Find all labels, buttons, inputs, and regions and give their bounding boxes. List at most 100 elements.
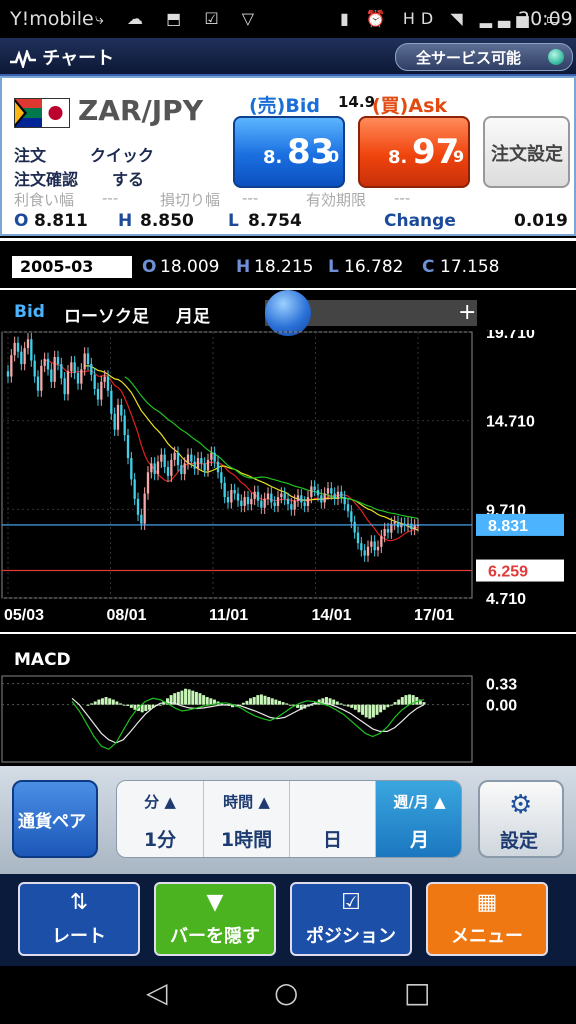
timeframe-week-month[interactable]: 週/月 ▲ 月: [376, 781, 461, 857]
candle: [26, 339, 30, 349]
order-confirm-label: 注文確認: [14, 170, 79, 189]
candle: [203, 463, 206, 471]
candle: [73, 362, 76, 373]
candle: [270, 493, 273, 503]
candle: [336, 491, 340, 499]
candle: [220, 472, 223, 483]
macd-histogram-bar: [209, 698, 213, 705]
timeframe-day-value: 日: [322, 829, 342, 851]
macd-histogram-bar: [288, 704, 292, 706]
macd-histogram-bar: [111, 699, 115, 705]
tab-rate[interactable]: ⇅ レート: [18, 882, 140, 956]
order-confirm-value: する: [112, 170, 145, 189]
macd-frame: [1, 675, 473, 763]
macd-histogram-bar: [270, 698, 274, 705]
timeframe-selector: 分 ▲ 1分 時間 ▲ 1時間 日 週/月 ▲ 月: [116, 780, 462, 858]
zoom-in-button[interactable]: +: [458, 300, 476, 325]
timeframe-hour-group: 時間 ▲: [223, 793, 270, 811]
bid-price-int: 8.: [263, 147, 283, 168]
change-value: 0.019: [514, 211, 568, 231]
candle: [343, 497, 346, 505]
candle: [13, 342, 16, 356]
macd-histogram-bar: [93, 701, 97, 705]
candle: [283, 493, 286, 499]
candle: [126, 435, 130, 459]
candle: [66, 371, 70, 395]
status-indicator-icon: [548, 49, 564, 65]
candle: [323, 493, 326, 503]
chart-settings-button[interactable]: ⚙ 設定: [478, 780, 564, 858]
candle: [350, 511, 353, 522]
tab-hide-bar-label: バーを隠す: [170, 926, 260, 947]
candle: [180, 465, 183, 475]
price-chart[interactable]: 05/03 08/01 11/01 14/01 17/0119.71014.7109.7…: [0, 330, 576, 628]
currency-pair[interactable]: ZAR/JPY: [78, 94, 203, 127]
macd-histogram-bar: [274, 699, 278, 705]
macd-histogram-bar: [263, 695, 267, 705]
carrier-name: Y!mobile: [10, 8, 94, 30]
timeframe-hour[interactable]: 時間 ▲ 1時間: [204, 781, 290, 857]
order-type-label: 注文: [14, 146, 47, 165]
chart-period[interactable]: 月足: [176, 302, 210, 327]
macd-histogram-bar: [408, 694, 412, 705]
candle: [250, 498, 253, 505]
candle: [276, 497, 280, 506]
takeprofit-label: 利食い幅: [14, 191, 75, 209]
candle: [140, 514, 143, 524]
candle: [176, 452, 180, 466]
y-tick-label: 14.710: [486, 414, 535, 431]
macd-histogram-bar: [371, 704, 375, 718]
timeframe-day[interactable]: 日: [290, 781, 376, 857]
x-tick-label: 08/01: [107, 607, 147, 624]
gear-icon: ⚙: [509, 790, 533, 820]
timeframe-minute-group: 分 ▲: [144, 793, 176, 811]
macd-histogram-bar: [198, 693, 202, 705]
macd-histogram-bar: [245, 700, 249, 705]
chart-controls: 通貨ペア 分 ▲ 1分 時間 ▲ 1時間 日 週/月 ▲ 月 ⚙ 設定: [0, 766, 576, 874]
candle: [293, 500, 296, 510]
candle: [243, 497, 246, 506]
sell-bid-button[interactable]: 8. 83 0: [233, 116, 345, 188]
macd-histogram-bar: [379, 704, 383, 713]
candle: [186, 454, 190, 464]
currency-pair-button[interactable]: 通貨ペア: [12, 780, 98, 858]
timeframe-minute[interactable]: 分 ▲ 1分: [117, 781, 204, 857]
bid-price-pip: 0: [328, 147, 340, 166]
macd-histogram-bar: [158, 704, 162, 706]
chart-type[interactable]: ローソク足: [64, 302, 149, 327]
macd-histogram-bar: [205, 697, 209, 705]
macd-histogram-bar: [335, 701, 339, 705]
recent-apps-icon[interactable]: □: [404, 976, 430, 1009]
candle: [296, 495, 300, 501]
tab-menu[interactable]: ▦ メニュー: [426, 882, 548, 956]
candle: [120, 404, 123, 416]
back-icon[interactable]: ◁: [146, 976, 168, 1009]
price-type-bid[interactable]: Bid: [14, 302, 45, 322]
tab-hide-bar[interactable]: ▼ バーを隠す: [154, 882, 276, 956]
tab-rate-label: レート: [52, 926, 106, 947]
macd-histogram-bar: [90, 703, 94, 705]
home-icon[interactable]: ○: [274, 976, 298, 1009]
candle: [33, 360, 36, 377]
ask-price-pip: 9: [453, 147, 465, 166]
candle: [30, 339, 33, 361]
order-settings-button[interactable]: 注文設定: [483, 116, 570, 188]
tab-position[interactable]: ☑ ポジション: [290, 882, 412, 956]
buy-ask-button[interactable]: 8. 97 9: [358, 116, 470, 188]
candle: [360, 543, 363, 551]
macd-histogram-bar: [382, 704, 386, 710]
macd-y-tick-label: 0.00: [486, 698, 517, 715]
macd-title: MACD: [14, 650, 71, 670]
candle: [133, 479, 136, 499]
macd-histogram-bar: [147, 704, 151, 710]
stoploss-value: ---: [242, 189, 259, 207]
candle: [96, 388, 100, 400]
candle: [193, 461, 196, 469]
timeframe-week-month-group: 週/月 ▲: [393, 793, 446, 811]
candle: [43, 358, 46, 366]
candle: [110, 390, 113, 414]
macd-histogram-bar: [404, 695, 408, 705]
candle: [263, 498, 266, 508]
macd-chart[interactable]: 0.33 0.00: [0, 672, 576, 764]
candle: [156, 461, 160, 475]
